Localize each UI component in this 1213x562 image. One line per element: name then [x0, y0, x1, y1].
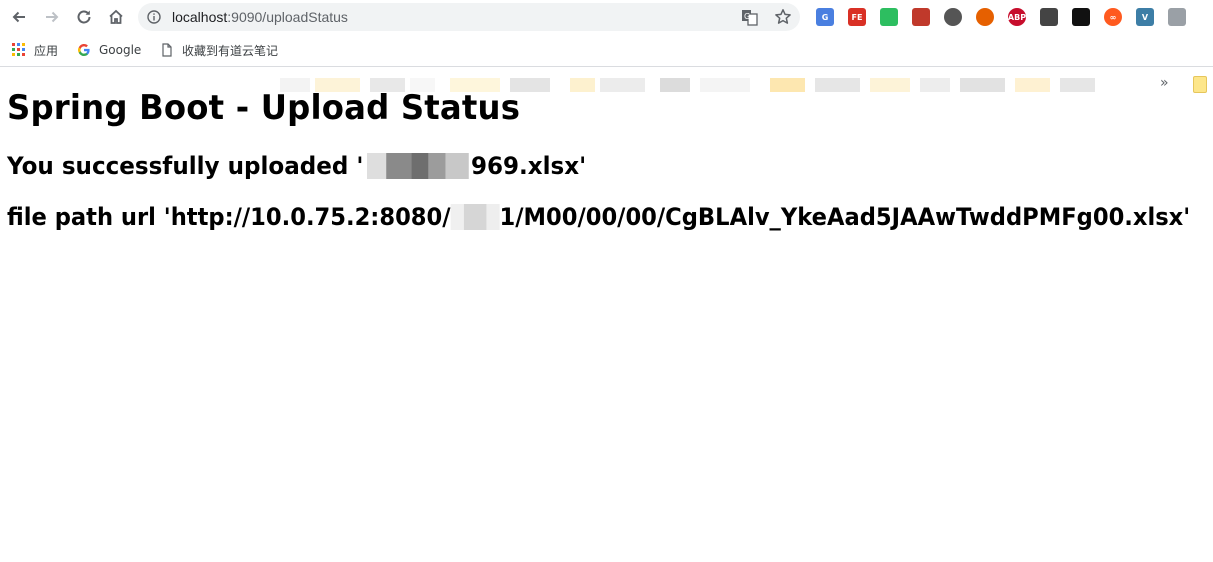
infinity-ext-icon[interactable]: ∞: [1104, 8, 1122, 26]
bookmark-label: 应用: [34, 43, 59, 58]
pen-ext-icon[interactable]: [944, 8, 962, 26]
adblock-plus-ext-icon[interactable]: ABP: [1008, 8, 1026, 26]
file-path-url: file path url 'http://10.0.75.2:8080/1/M…: [7, 203, 1190, 231]
bookmarks-overflow-chevron-icon[interactable]: »: [1160, 75, 1169, 91]
evernote-ext-icon[interactable]: [880, 8, 898, 26]
back-arrow-icon: [12, 11, 25, 23]
fe-helper-ext-icon[interactable]: FE: [848, 8, 866, 26]
home-icon: [109, 9, 123, 24]
translate-icon[interactable]: G: [741, 9, 758, 26]
message-prefix: You successfully uploaded ': [7, 152, 364, 180]
path-suffix: 1/M00/00/00/CgBLAlv_YkeAad5JAAwTwddPMFg0…: [499, 203, 1191, 231]
vue-ext-icon[interactable]: V: [1136, 8, 1154, 26]
svg-text:G: G: [744, 12, 750, 21]
redacted-path-segment: [450, 204, 500, 230]
message-suffix: 969.xlsx': [470, 152, 587, 180]
info-icon[interactable]: [147, 10, 161, 24]
red-ext-icon[interactable]: [912, 8, 930, 26]
address-bar[interactable]: localhost:9090/uploadStatus G: [138, 3, 800, 31]
bookmark-label: Google: [99, 43, 142, 57]
mask-ext-icon[interactable]: [1072, 8, 1090, 26]
bookmark-label: 收藏到有道云笔记: [182, 43, 279, 58]
page-title: Spring Boot - Upload Status: [7, 88, 521, 128]
back-button[interactable]: [7, 5, 31, 29]
bookmark-star-icon[interactable]: [774, 8, 792, 26]
upload-success-message: You successfully uploaded ' 969.xlsx': [7, 152, 586, 180]
reload-button[interactable]: [72, 5, 96, 29]
url-path: :9090/uploadStatus: [227, 9, 348, 25]
redacted-filename: [363, 153, 471, 179]
dark-ext-icon[interactable]: [1040, 8, 1058, 26]
bookmark-apps[interactable]: 应用: [12, 41, 58, 59]
reload-icon: [77, 10, 91, 24]
bookmarks-bar: 应用 Google 收藏到有道云笔记 »: [0, 34, 1213, 93]
home-button[interactable]: [104, 5, 128, 29]
firefox-ext-icon[interactable]: [976, 8, 994, 26]
google-g-icon: [78, 44, 90, 56]
forward-button[interactable]: [40, 5, 64, 29]
apps-grid-icon: [12, 43, 25, 56]
bird-ext-icon[interactable]: [1168, 8, 1186, 26]
page-icon: [162, 43, 172, 57]
forward-arrow-icon: [46, 11, 59, 23]
folder-icon[interactable]: [1193, 76, 1207, 93]
google-translate-ext-icon[interactable]: G: [816, 8, 834, 26]
url-host: localhost: [172, 9, 228, 25]
path-prefix: file path url 'http://10.0.75.2:8080/: [7, 203, 451, 231]
url-text[interactable]: localhost:9090/uploadStatus: [172, 9, 348, 25]
bookmark-youdao[interactable]: 收藏到有道云笔记: [160, 41, 278, 59]
browser-toolbar: localhost:9090/uploadStatus G G FE ABP ∞ V: [0, 0, 1213, 34]
bookmark-google[interactable]: Google: [77, 41, 141, 59]
